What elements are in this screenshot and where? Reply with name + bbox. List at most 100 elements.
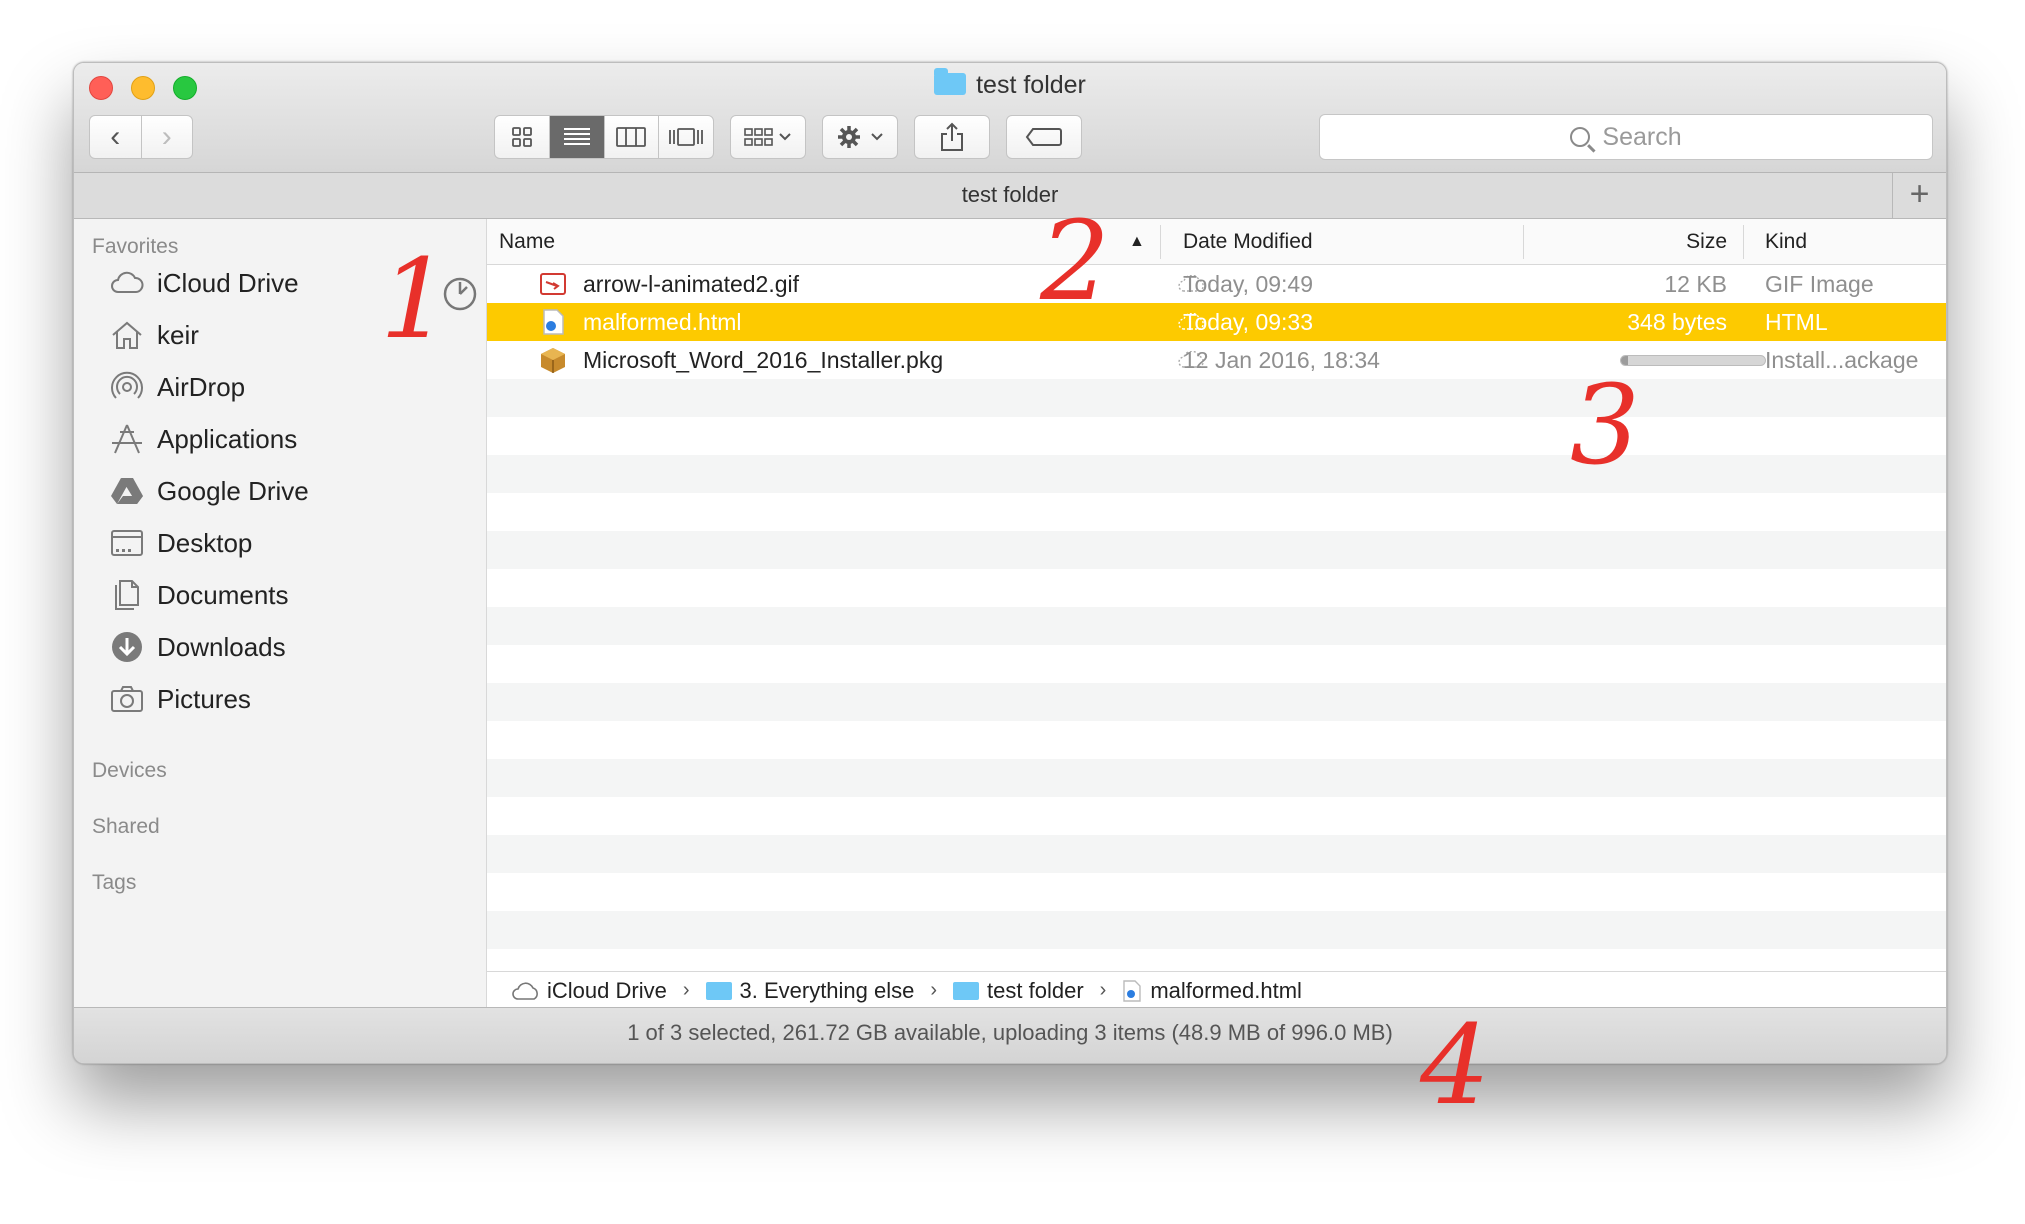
upload-progress-bar bbox=[1620, 355, 1766, 366]
file-date: Today, 09:33 bbox=[1183, 309, 1314, 335]
sidebar-item-icloud-drive[interactable]: iCloud Drive bbox=[109, 263, 299, 303]
tag-icon bbox=[1025, 128, 1062, 146]
path-item-malformed-html[interactable]: malformed.html bbox=[1150, 978, 1302, 1004]
empty-row bbox=[487, 721, 1946, 759]
column-view-button[interactable] bbox=[603, 116, 659, 158]
empty-row bbox=[487, 569, 1946, 607]
window-title: test folder bbox=[74, 68, 1946, 100]
arrange-button[interactable] bbox=[730, 115, 806, 159]
share-button[interactable] bbox=[914, 115, 990, 159]
column-date-modified[interactable]: Date Modified bbox=[1183, 219, 1313, 265]
column-separator bbox=[1743, 225, 1744, 259]
devices-heading[interactable]: Devices bbox=[92, 759, 167, 783]
path-item-test-folder[interactable]: test folder bbox=[987, 978, 1084, 1004]
sidebar-item-label: Google Drive bbox=[157, 475, 309, 506]
camera-icon bbox=[109, 681, 145, 717]
empty-row bbox=[487, 835, 1946, 873]
search-field[interactable]: Search bbox=[1319, 114, 1933, 160]
status-bar: 1 of 3 selected, 261.72 GB available, up… bbox=[74, 1007, 1946, 1063]
column-kind[interactable]: Kind bbox=[1765, 219, 1807, 265]
sidebar-item-pictures[interactable]: Pictures bbox=[109, 679, 251, 719]
sidebar-item-label: Pictures bbox=[157, 683, 251, 714]
package-icon bbox=[541, 348, 565, 373]
cloud-icon bbox=[109, 265, 145, 301]
column-size[interactable]: Size bbox=[1547, 219, 1727, 265]
view-mode-control bbox=[494, 115, 714, 159]
columns-icon bbox=[616, 127, 647, 147]
favorites-heading: Favorites bbox=[92, 235, 179, 258]
sidebar-item-google-drive[interactable]: Google Drive bbox=[109, 471, 309, 511]
chevron-right-icon: › bbox=[682, 979, 690, 1001]
empty-row bbox=[487, 645, 1946, 683]
column-header: Name ▲ Date Modified Size Kind bbox=[487, 219, 1946, 265]
empty-row bbox=[487, 379, 1946, 417]
file-size: 12 KB bbox=[1664, 271, 1727, 297]
empty-row bbox=[487, 683, 1946, 721]
cover-flow-icon bbox=[669, 128, 704, 146]
sidebar-item-label: Applications bbox=[157, 423, 298, 454]
sidebar-item-keir[interactable]: keir bbox=[109, 315, 199, 355]
cover-flow-button[interactable] bbox=[658, 116, 713, 158]
search-placeholder: Search bbox=[1602, 122, 1682, 151]
folder-icon bbox=[705, 981, 732, 1000]
window-title-text: test folder bbox=[976, 71, 1086, 99]
file-date: Today, 09:49 bbox=[1183, 271, 1314, 297]
empty-row bbox=[487, 873, 1946, 911]
file-rows: arrow-l-animated2.gif Today, 09:49 12 KB… bbox=[487, 265, 1946, 971]
column-name[interactable]: Name bbox=[499, 219, 555, 265]
empty-row bbox=[487, 759, 1946, 797]
path-bar: iCloud Drive › 3. Everything else › test… bbox=[487, 971, 1946, 1009]
file-name: Microsoft_Word_2016_Installer.pkg bbox=[583, 347, 944, 373]
empty-row bbox=[487, 911, 1946, 949]
action-button[interactable] bbox=[822, 115, 898, 159]
sidebar-item-desktop[interactable]: Desktop bbox=[109, 523, 252, 563]
sidebar-item-downloads[interactable]: Downloads bbox=[109, 627, 286, 667]
empty-row bbox=[487, 493, 1946, 531]
navigation-buttons: ‹ › bbox=[89, 115, 193, 159]
new-tab-button[interactable]: + bbox=[1892, 173, 1946, 218]
list-icon bbox=[563, 128, 590, 145]
file-list: Name ▲ Date Modified Size Kind arrow-l-a… bbox=[487, 219, 1946, 1009]
folder-icon bbox=[953, 981, 980, 1000]
status-text: 1 of 3 selected, 261.72 GB available, up… bbox=[627, 1020, 1393, 1045]
annotation-number: 2 bbox=[1040, 197, 1110, 325]
path-item-everything-else[interactable]: 3. Everything else bbox=[740, 978, 915, 1004]
arrange-icon bbox=[744, 128, 791, 146]
shared-heading[interactable]: Shared bbox=[92, 815, 160, 839]
column-separator bbox=[1160, 225, 1161, 259]
file-name: malformed.html bbox=[583, 309, 742, 335]
sidebar-item-airdrop[interactable]: AirDrop bbox=[109, 367, 245, 407]
file-kind: HTML bbox=[1765, 309, 1828, 335]
path-item-icloud-drive[interactable]: iCloud Drive bbox=[547, 978, 667, 1004]
column-separator bbox=[1523, 225, 1524, 259]
icon-grid-icon bbox=[511, 127, 532, 147]
html-file-icon bbox=[1123, 979, 1142, 1002]
table-row-selected[interactable]: malformed.html Today, 09:33 348 bytes HT… bbox=[487, 303, 1946, 341]
list-view-button[interactable] bbox=[548, 116, 604, 158]
icon-view-button[interactable] bbox=[495, 116, 549, 158]
empty-row bbox=[487, 607, 1946, 645]
forward-button[interactable]: › bbox=[140, 116, 193, 158]
sidebar-item-applications[interactable]: Applications bbox=[109, 419, 297, 459]
empty-row bbox=[487, 417, 1946, 455]
file-size: 348 bytes bbox=[1627, 309, 1727, 335]
sidebar-item-label: Desktop bbox=[157, 527, 253, 558]
sort-chevron-up-icon: ▲ bbox=[1129, 233, 1145, 250]
file-name: arrow-l-animated2.gif bbox=[583, 271, 800, 297]
empty-row bbox=[487, 797, 1946, 835]
table-row[interactable]: Microsoft_Word_2016_Installer.pkg 12 Jan… bbox=[487, 341, 1946, 379]
annotation-number: 1 bbox=[380, 235, 450, 363]
google-drive-icon bbox=[109, 473, 145, 509]
table-row[interactable]: arrow-l-animated2.gif Today, 09:49 12 KB… bbox=[487, 265, 1946, 303]
downloads-icon bbox=[109, 629, 145, 665]
annotation-number: 3 bbox=[1570, 361, 1640, 489]
tags-button[interactable] bbox=[1006, 115, 1082, 159]
sidebar-item-documents[interactable]: Documents bbox=[109, 575, 289, 615]
sidebar-item-label: iCloud Drive bbox=[157, 267, 299, 298]
gif-file-icon bbox=[540, 273, 566, 295]
sidebar-item-label: keir bbox=[157, 319, 199, 350]
empty-row bbox=[487, 455, 1946, 493]
annotation-number: 4 bbox=[1420, 1001, 1490, 1129]
back-button[interactable]: ‹ bbox=[90, 116, 141, 158]
tags-heading[interactable]: Tags bbox=[92, 871, 136, 895]
